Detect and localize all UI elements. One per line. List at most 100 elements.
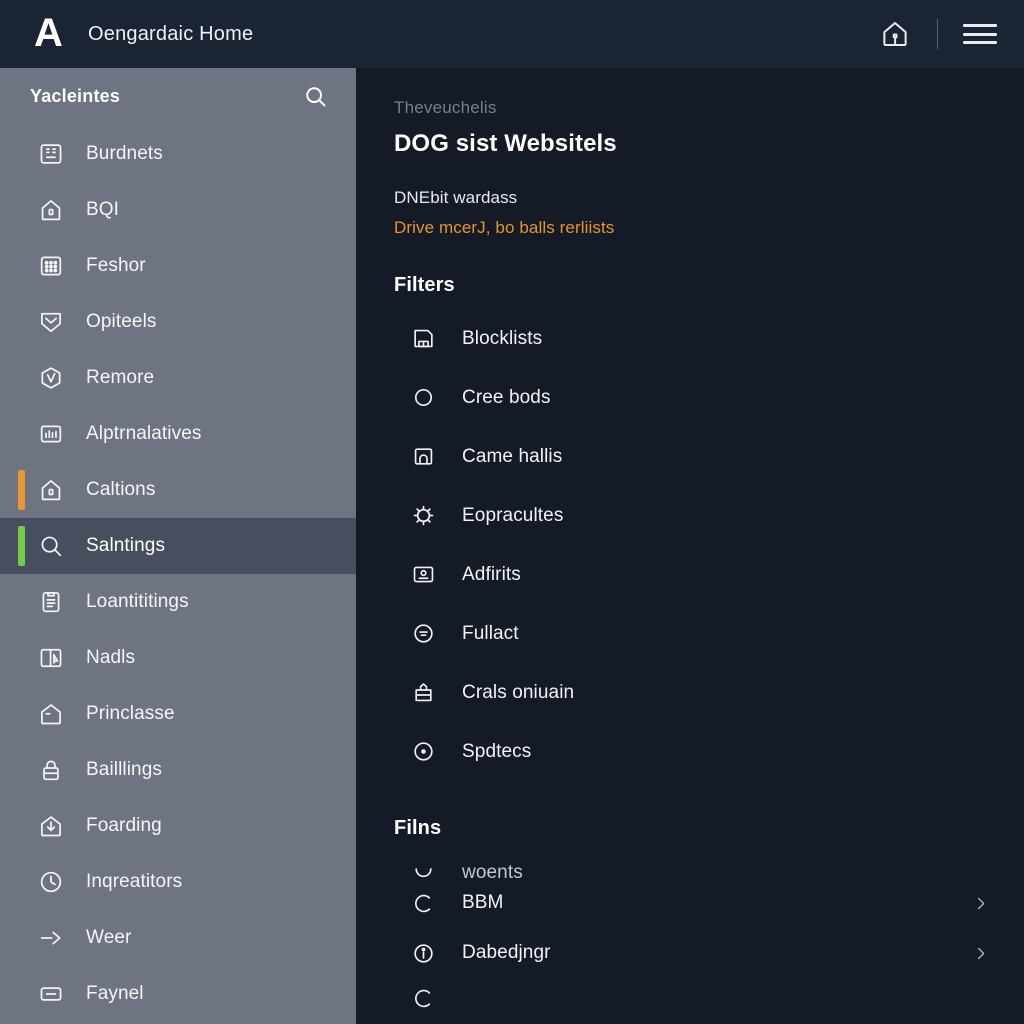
brand-title: Oengardaic Home xyxy=(88,22,254,45)
sidebar-item-accent-bar xyxy=(18,358,25,398)
home-icon[interactable] xyxy=(875,14,915,54)
sidebar-item-label: Burdnets xyxy=(86,143,163,164)
sidebar-item-salntings[interactable]: Salntings xyxy=(0,518,356,574)
filter-row-spdtecs[interactable]: Spdtecs xyxy=(394,722,1000,781)
sidebar-item-weer[interactable]: Weer xyxy=(0,910,356,966)
filters-list: Blocklists Cree bods Came hallis Eopraculte… xyxy=(394,309,1000,781)
filter-row-fullact[interactable]: Fullact xyxy=(394,604,1000,663)
sidebar-item-accent-bar xyxy=(18,806,25,846)
breadcrumb: Theveuchelis xyxy=(394,98,497,117)
window-cursor-icon xyxy=(38,645,64,671)
brand-logo: A xyxy=(34,11,63,55)
sidebar-item-accent-bar xyxy=(18,750,25,790)
filter-label: Fullact xyxy=(462,622,519,644)
sidebar-item-remore[interactable]: Remore xyxy=(0,350,356,406)
chevron-right-icon[interactable] xyxy=(970,943,990,963)
filter-label: Cree bods xyxy=(462,386,551,408)
filter-row-blocklists[interactable]: Blocklists xyxy=(394,309,1000,368)
clipboard-list-icon xyxy=(38,589,64,615)
sidebar-item-accent-bar xyxy=(18,134,25,174)
search-icon xyxy=(38,533,64,559)
sidebar: Yacleintes Burdnets BQI Feshor Opiteels Remo… xyxy=(0,68,356,1024)
sidebar-item-feshor[interactable]: Feshor xyxy=(0,238,356,294)
hamburger-menu-icon[interactable] xyxy=(960,14,1000,54)
filter-label: Spdtecs xyxy=(462,740,532,762)
gear-sun-icon xyxy=(410,503,436,529)
layout-panels-icon xyxy=(38,141,64,167)
film-row-woents[interactable]: woents xyxy=(394,844,1000,878)
house-lock-icon xyxy=(38,197,64,223)
sidebar-item-label: Nadls xyxy=(86,647,136,668)
sidebar-item-accent-bar xyxy=(18,638,25,678)
sidebar-item-burdnets[interactable]: Burdnets xyxy=(0,126,356,182)
chevron-right-icon[interactable] xyxy=(970,893,990,913)
hexagon-check-icon xyxy=(38,365,64,391)
film-row-dabedjngr[interactable]: Dabedjngr xyxy=(394,928,1000,978)
film-row[interactable] xyxy=(394,978,1000,1018)
sidebar-item-label: Faynel xyxy=(86,983,144,1004)
chart-bars-icon xyxy=(38,421,64,447)
filter-label: Came hallis xyxy=(462,445,563,467)
filter-row-adfirits[interactable]: Adfirits xyxy=(394,545,1000,604)
sidebar-item-opiteels[interactable]: Opiteels xyxy=(0,294,356,350)
sidebar-item-accent-bar xyxy=(18,470,25,510)
page-title: DOG sist Websitels xyxy=(394,130,617,157)
circle-open-icon xyxy=(410,890,436,916)
circle-open-icon xyxy=(410,985,436,1011)
top-bar: A Oengardaic Home xyxy=(0,0,1024,68)
sidebar-item-accent-bar xyxy=(18,302,25,342)
sidebar-item-accent-bar xyxy=(18,246,25,286)
sidebar-item-caltions[interactable]: Caltions xyxy=(0,462,356,518)
sidebar-item-label: Caltions xyxy=(86,479,156,500)
filters-heading: Filters xyxy=(394,274,455,296)
hamburger-line xyxy=(963,41,997,44)
id-card-icon xyxy=(410,562,436,588)
sidebar-item-accent-bar xyxy=(18,582,25,622)
filter-row-cree-bods[interactable]: Cree bods xyxy=(394,368,1000,427)
sidebar-item-accent-bar xyxy=(18,974,25,1014)
arc-icon xyxy=(410,858,436,878)
sidebar-item-nadls[interactable]: Nadls xyxy=(0,630,356,686)
arch-bookmark-icon xyxy=(410,444,436,470)
sidebar-item-foarding[interactable]: Foarding xyxy=(0,798,356,854)
sidebar-item-label: Bailllings xyxy=(86,759,162,780)
sidebar-item-accent-bar xyxy=(18,414,25,454)
filter-row-eopracultes[interactable]: Eopracultes xyxy=(394,486,1000,545)
filter-row-came-hallis[interactable]: Came hallis xyxy=(394,427,1000,486)
sidebar-item-alptrnalatives[interactable]: Alptrnalatives xyxy=(0,406,356,462)
sidebar-item-label: Alptrnalatives xyxy=(86,423,202,444)
film-label: woents xyxy=(462,862,523,878)
sidebar-item-label: Remore xyxy=(86,367,155,388)
film-label: BBM xyxy=(462,892,504,913)
sidebar-item-loantititings[interactable]: Loantititings xyxy=(0,574,356,630)
main-content: Theveuchelis DOG sist Websitels DNEbit w… xyxy=(356,68,1024,1024)
films-heading: Filns xyxy=(394,817,442,839)
page-link[interactable]: Drive mcerJ, bo balls rerliists xyxy=(394,218,1000,238)
sidebar-item-label: Feshor xyxy=(86,255,146,276)
sidebar-item-label: Loantititings xyxy=(86,591,189,612)
floppy-save-icon xyxy=(410,326,436,352)
sidebar-item-princlasse[interactable]: Princlasse xyxy=(0,686,356,742)
filter-label: Crals oniuain xyxy=(462,681,575,703)
filter-label: Eopracultes xyxy=(462,504,564,526)
envelope-tag-icon xyxy=(410,680,436,706)
sidebar-item-bailllings[interactable]: Bailllings xyxy=(0,742,356,798)
circle-dash-icon xyxy=(410,621,436,647)
sidebar-item-accent-bar xyxy=(18,862,25,902)
sidebar-item-inqreatitors[interactable]: Inqreatitors xyxy=(0,854,356,910)
sidebar-item-accent-bar xyxy=(18,918,25,958)
sidebar-item-bqi[interactable]: BQI xyxy=(0,182,356,238)
sidebar-header: Yacleintes xyxy=(0,68,356,124)
filter-row-crals-oniuain[interactable]: Crals oniuain xyxy=(394,663,1000,722)
sidebar-item-accent-bar xyxy=(18,526,25,566)
filter-label: Blocklists xyxy=(462,327,543,349)
shield-check-icon xyxy=(38,309,64,335)
sidebar-item-label: Opiteels xyxy=(86,311,157,332)
sidebar-item-faynel[interactable]: Faynel xyxy=(0,966,356,1022)
grid-keypad-icon xyxy=(38,253,64,279)
film-row-bbm[interactable]: BBM xyxy=(394,878,1000,928)
page-description: DNEbit wardass xyxy=(394,188,518,207)
search-icon[interactable] xyxy=(298,79,332,113)
sidebar-item-label: Foarding xyxy=(86,815,162,836)
sidebar-item-label: Inqreatitors xyxy=(86,871,183,892)
